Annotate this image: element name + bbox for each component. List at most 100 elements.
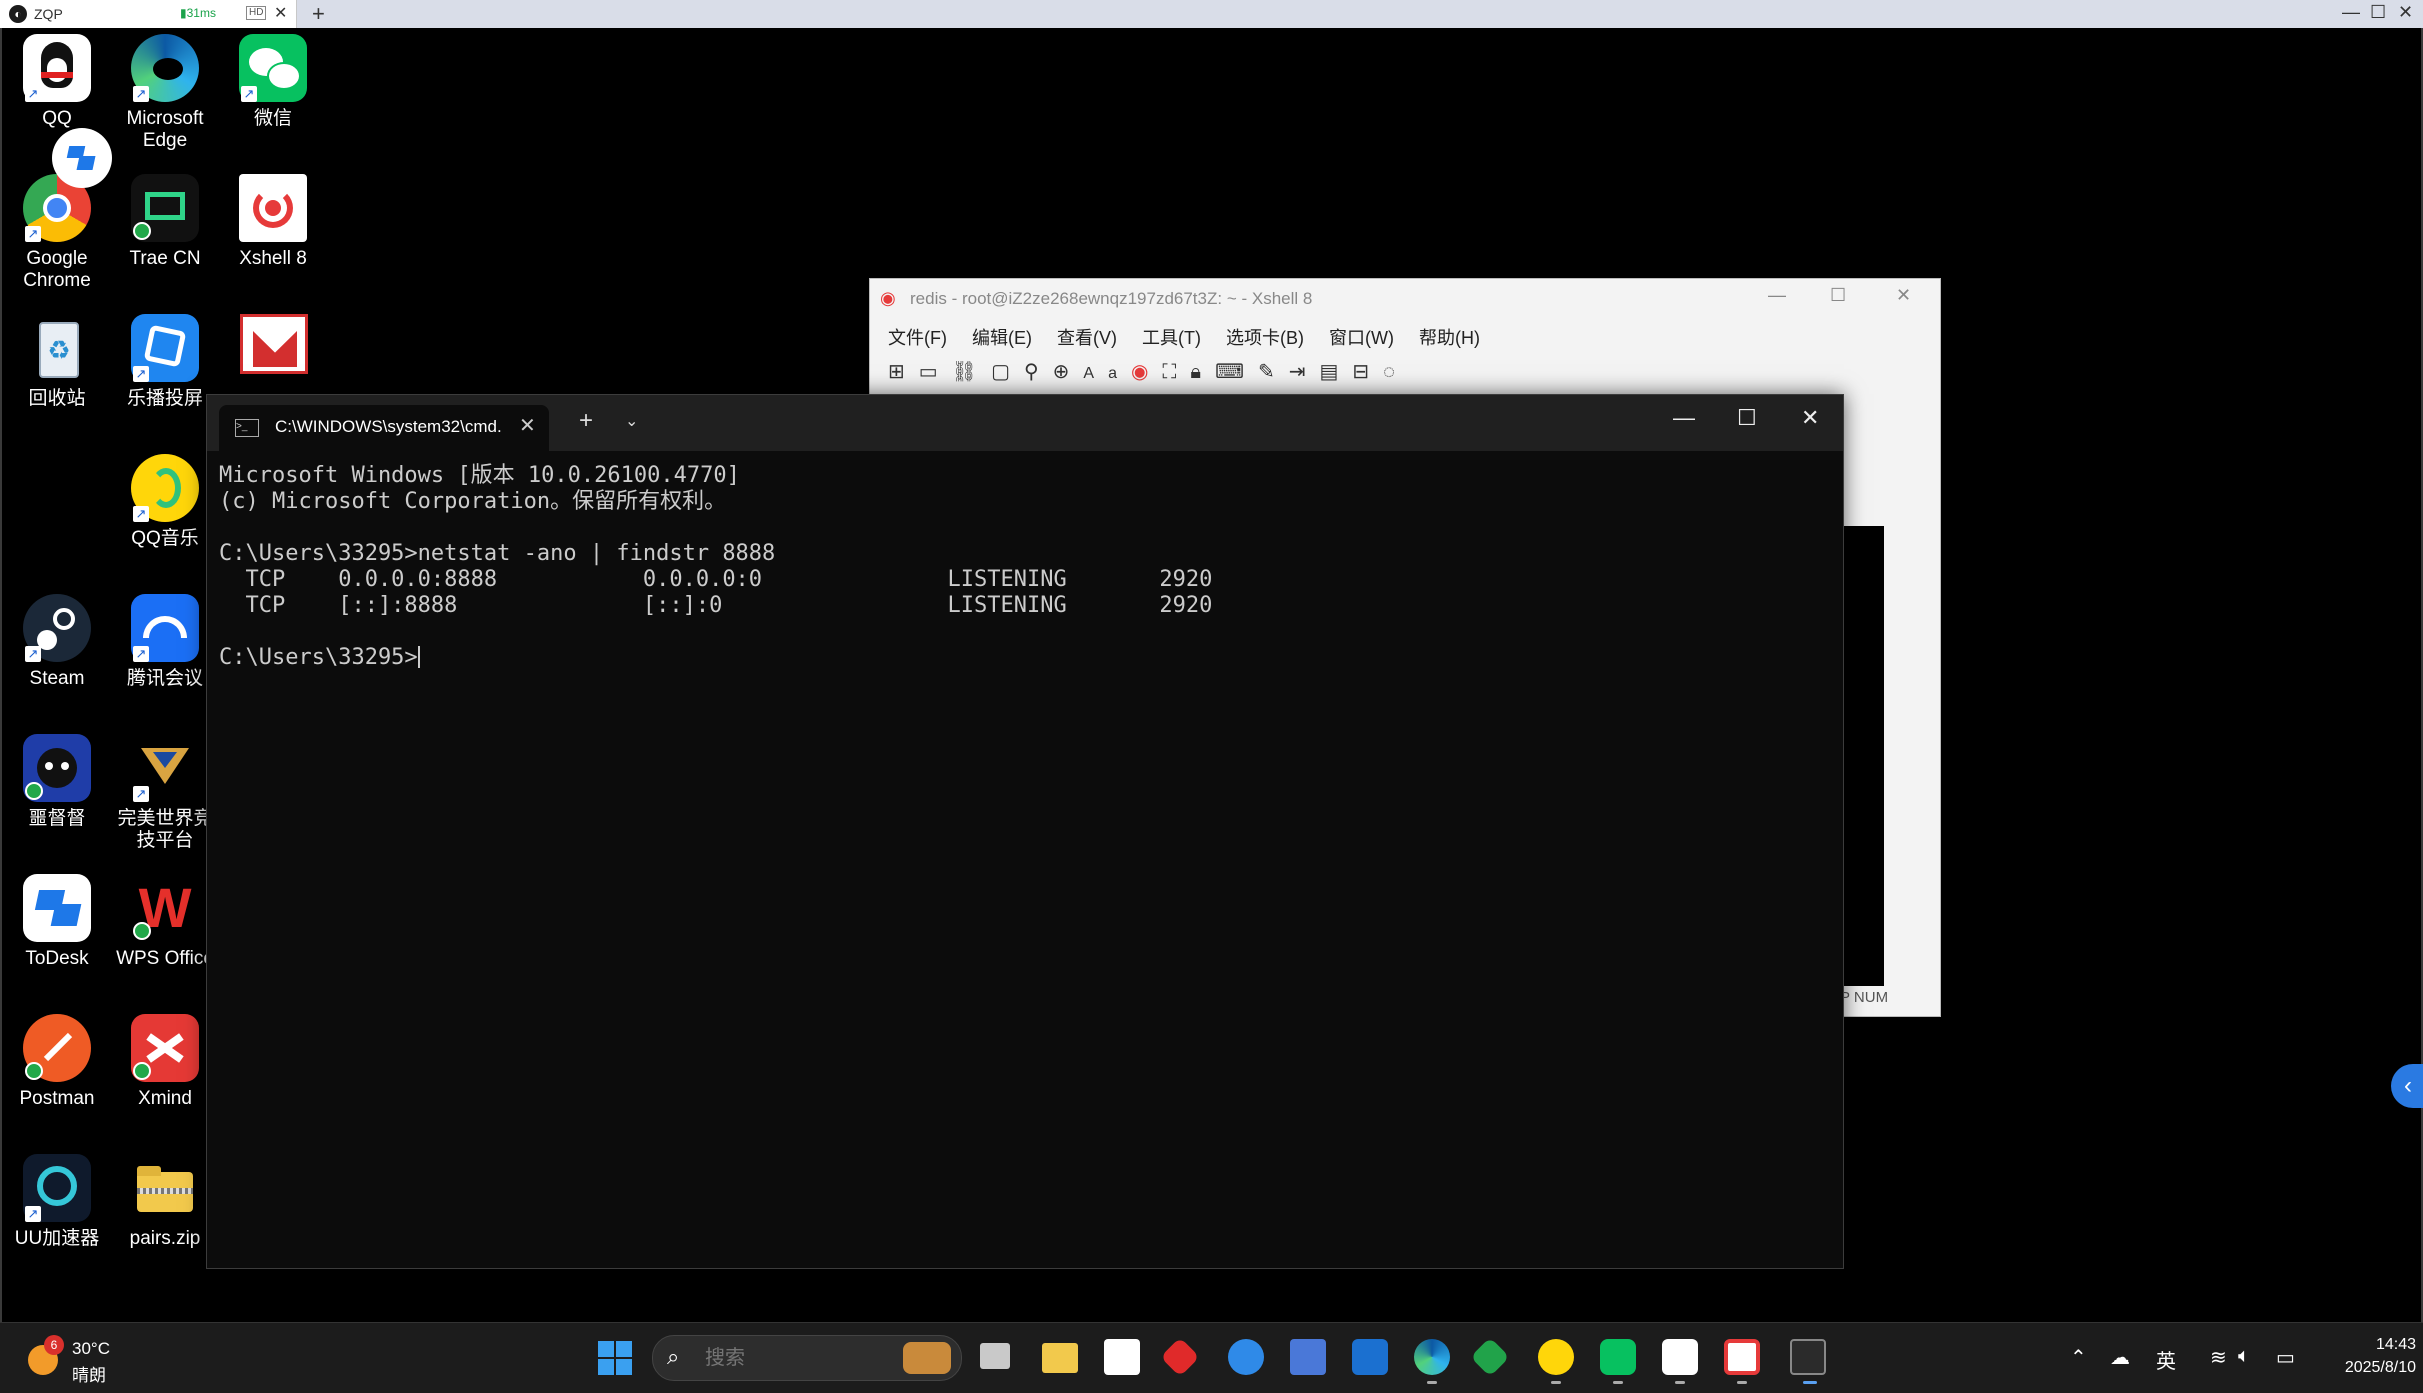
desktop-icon-steam[interactable]: ↗ Steam [2, 594, 112, 690]
wechat-icon[interactable] [1600, 1339, 1636, 1375]
quality-badge[interactable]: HD [246, 6, 267, 20]
new-tab-button[interactable]: + [579, 407, 593, 435]
desktop-icon-lebo-cast[interactable]: ↗ 乐播投屏 [110, 314, 220, 410]
todesk-icon [23, 874, 91, 942]
xshell-terminal-area[interactable] [1840, 526, 1884, 986]
qq-browser-icon[interactable] [1228, 1339, 1264, 1375]
green-diamond-app-icon[interactable] [1470, 1337, 1510, 1377]
font-button[interactable]: Aa [1083, 365, 1131, 382]
desktop-icon-recycle-bin[interactable]: ♻ 回收站 [2, 314, 112, 410]
weather-widget[interactable]: 6 30°C 晴朗 [28, 1335, 158, 1385]
desktop-icon-qq[interactable]: ↗ QQ [2, 34, 112, 130]
show-hidden-icons-chevron-icon[interactable]: ⌃ [2070, 1345, 2087, 1370]
xshell-toolbar-logo-icon[interactable]: ◉ [1131, 361, 1162, 383]
running-indicator [1613, 1381, 1623, 1384]
menu-window[interactable]: 窗口(W) [1329, 328, 1394, 348]
desktop-icon-wechat[interactable]: ↗ 微信 [218, 34, 328, 130]
cmd-minimize-button[interactable]: — [1673, 405, 1695, 431]
chat-icon[interactable]: ◌ [1383, 361, 1409, 383]
red-diamond-app-icon[interactable] [1160, 1337, 1200, 1377]
remote-close-button[interactable]: ✕ [2398, 2, 2413, 23]
remote-session-tab[interactable]: ◐ ZQP ▮31ms HD ✕ [0, 0, 297, 28]
globe-icon[interactable]: ⊕ [1053, 361, 1084, 383]
menu-tabs[interactable]: 选项卡(B) [1226, 328, 1304, 348]
microsoft-store-icon[interactable] [1104, 1339, 1140, 1375]
menu-file[interactable]: 文件(F) [888, 328, 947, 348]
tab-dropdown-icon[interactable]: ⌄ [625, 411, 638, 431]
transfer-icon[interactable]: ⇥ [1289, 361, 1320, 383]
todesk-floating-icon[interactable] [52, 128, 112, 188]
file-explorer-icon[interactable] [1042, 1343, 1078, 1373]
xshell-title-bar[interactable]: ◉ redis - root@iZ2ze268ewnqz197zd67t3Z: … [870, 279, 1940, 319]
desktop-icon-uu-accelerator[interactable]: ↗ UU加速器 [2, 1154, 112, 1250]
desktop-icon-postman[interactable]: Postman [2, 1014, 112, 1110]
layout-icon[interactable]: ⊟ [1352, 361, 1383, 383]
keyboard-icon[interactable]: ⌨ [1215, 361, 1258, 383]
remote-maximize-button[interactable]: ☐ [2370, 2, 2386, 23]
remote-minimize-button[interactable]: — [2342, 2, 2360, 23]
desktop-icon-xshell[interactable]: Xshell 8 [218, 174, 328, 270]
new-session-icon[interactable]: ⊞ [888, 361, 919, 383]
weather-condition: 晴朗 [72, 1366, 106, 1385]
menu-tools[interactable]: 工具(T) [1142, 328, 1201, 348]
desktop-icon-trae-cn[interactable]: Trae CN [110, 174, 220, 270]
xshell-icon[interactable] [1724, 1339, 1760, 1375]
task-view-icon[interactable] [980, 1343, 1010, 1369]
volume-icon[interactable]: 🔈︎ [2238, 1345, 2250, 1368]
partially-hidden-app-icon[interactable] [240, 314, 308, 374]
menu-view[interactable]: 查看(V) [1057, 328, 1117, 348]
cmd-tab[interactable]: >_ C:\WINDOWS\system32\cmd. ✕ [219, 405, 549, 451]
menu-help[interactable]: 帮助(H) [1419, 328, 1480, 348]
desktop-icon-label: WPS Office [116, 948, 214, 969]
qq-music-icon[interactable] [1538, 1339, 1574, 1375]
taskbar-search[interactable]: ⌕ [652, 1335, 962, 1381]
xshell-close-button[interactable]: ✕ [1896, 285, 1911, 306]
edge-icon[interactable] [1414, 1339, 1450, 1375]
desktop-icon-label: pairs.zip [129, 1228, 201, 1249]
input-method-indicator[interactable]: 英 [2156, 1345, 2176, 1374]
desktop-icon-edge[interactable]: ↗ Microsoft Edge [110, 34, 220, 152]
desktop-icon-pairs-zip[interactable]: pairs.zip [110, 1154, 220, 1250]
search-icon: ⌕ [667, 1344, 680, 1369]
script-icon[interactable]: ✎ [1258, 361, 1289, 383]
cmd-close-button[interactable]: ✕ [1801, 405, 1819, 431]
terminal-icon[interactable] [1790, 1339, 1826, 1375]
battery-icon[interactable]: ▭ [2276, 1345, 2295, 1370]
outlook-icon[interactable] [1352, 1339, 1388, 1375]
desktop-icon-wps-office[interactable]: W WPS Office [110, 874, 220, 970]
desktop-icon-tencent-meeting[interactable]: ↗ 腾讯会议 [110, 594, 220, 690]
desktop-icon-perfect-world[interactable]: ↗ 完美世界竞技平台 [110, 734, 220, 852]
desktop-icon-todesk[interactable]: ToDesk [2, 874, 112, 970]
fullscreen-icon[interactable]: ⛶ [1162, 361, 1190, 383]
xshell-maximize-button[interactable]: ☐ [1830, 285, 1846, 306]
find-icon[interactable]: ⚲ [1024, 361, 1053, 383]
compose-icon[interactable]: ▤ [1319, 361, 1352, 383]
search-input[interactable] [703, 1344, 907, 1372]
todesk-icon[interactable] [1662, 1339, 1698, 1375]
desktop-icon-qq-music[interactable]: ↗ QQ音乐 [110, 454, 220, 550]
desktop-icon-label: 微信 [253, 108, 292, 129]
desktop-icon-google-chrome[interactable]: ↗ Google Chrome [2, 174, 112, 292]
desktop-icon-label: 完美世界竞技平台 [117, 808, 213, 851]
xshell-menu-bar: 文件(F) 编辑(E) 查看(V) 工具(T) 选项卡(B) 窗口(W) 帮助(… [888, 324, 1494, 350]
lock-icon[interactable]: 🔒︎ [1190, 361, 1215, 383]
window-icon[interactable]: ▢ [991, 361, 1024, 383]
desktop-icon-cat-app[interactable]: 噩督督 [2, 734, 112, 830]
desktop-icon-xmind[interactable]: Xmind [110, 1014, 220, 1110]
blue-box-app-icon[interactable] [1290, 1339, 1326, 1375]
close-tab-icon[interactable]: ✕ [519, 413, 536, 438]
cmd-maximize-button[interactable]: ☐ [1737, 405, 1757, 431]
wifi-icon[interactable]: ≋ [2210, 1345, 2227, 1370]
close-tab-icon[interactable]: ✕ [274, 3, 287, 23]
terminal-tab-bar[interactable]: >_ C:\WINDOWS\system32\cmd. ✕ + ⌄ — ☐ ✕ [207, 395, 1843, 451]
open-folder-icon[interactable]: ▭ [919, 361, 952, 383]
terminal-output[interactable]: Microsoft Windows [版本 10.0.26100.4770] (… [219, 463, 1212, 671]
link-icon[interactable]: ⛓ [952, 361, 991, 383]
clock[interactable]: 14:43 2025/8/10 [2316, 1333, 2416, 1379]
start-button[interactable] [598, 1341, 632, 1375]
side-panel-expand-button[interactable]: ‹ [2391, 1064, 2423, 1108]
xshell-minimize-button[interactable]: — [1768, 285, 1786, 306]
onedrive-icon[interactable]: ☁ [2110, 1345, 2130, 1370]
menu-edit[interactable]: 编辑(E) [972, 328, 1032, 348]
new-session-button[interactable]: + [312, 1, 325, 27]
